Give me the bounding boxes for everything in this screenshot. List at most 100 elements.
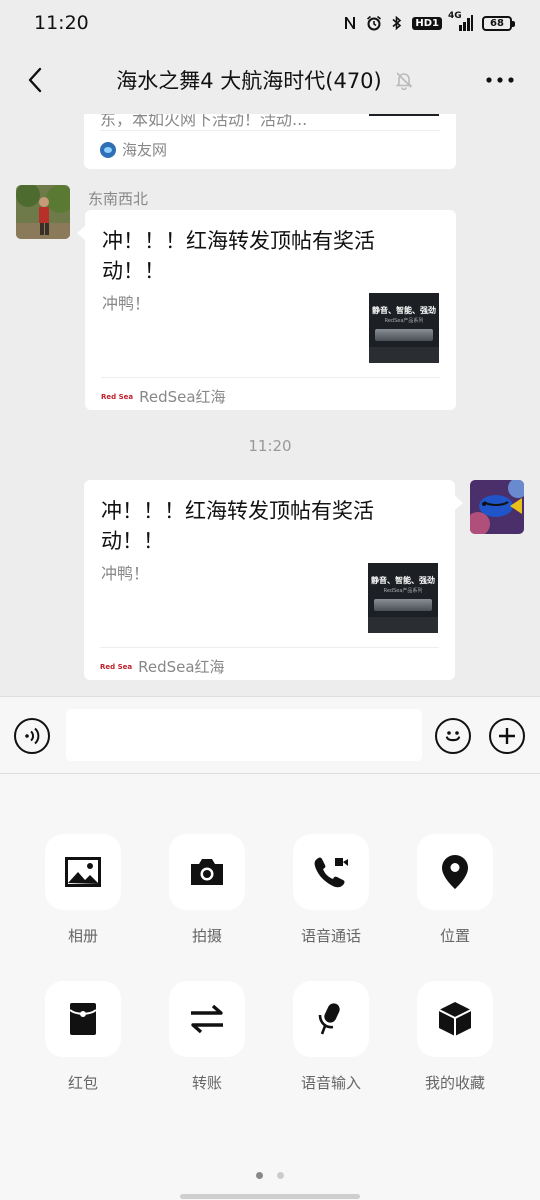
card-thumbnail: 静音、智能、强劲 RedSea产品系列 (369, 293, 439, 363)
tool-voice-call-box[interactable] (293, 834, 369, 910)
tool-label: 位置 (439, 927, 470, 945)
source-name: 海友网 (122, 141, 168, 159)
more-icon[interactable] (480, 60, 520, 100)
tool-album[interactable]: 相册 (45, 834, 121, 946)
network-type: 4G (448, 11, 462, 21)
source-name: RedSea红海 (139, 388, 226, 406)
partial-link-card[interactable]: 东，本如火网下活动！活动... 海友网 (84, 114, 456, 169)
more-functions-button[interactable] (489, 718, 525, 754)
card-divider (100, 647, 439, 648)
signal-icon: 4G (448, 11, 473, 31)
microphone-icon (318, 1003, 340, 1035)
source-name: RedSea红海 (138, 658, 225, 676)
card-divider (100, 130, 440, 131)
redsea-logo: Red Sea (101, 392, 134, 401)
tool-album-box[interactable] (45, 834, 121, 910)
battery-level: 68 (490, 17, 504, 29)
haiyou-logo-icon (100, 141, 116, 158)
card-description: 冲鸭！ (101, 564, 150, 583)
mute-bell-icon (394, 70, 414, 90)
thumb-base (368, 617, 438, 633)
location-icon (442, 855, 468, 889)
voice-wave-icon (25, 727, 40, 745)
tool-voice-input-box[interactable] (293, 981, 369, 1057)
sender-name: 东南西北 (88, 190, 149, 208)
alarm-icon (366, 15, 382, 31)
tool-label: 拍摄 (191, 927, 222, 945)
red-packet-icon (69, 1003, 97, 1035)
card-title: 冲！！！红海转发顶帖有奖活动！！ (101, 499, 374, 553)
bluetooth-icon (391, 15, 403, 31)
card-description: 冲鸭！ (102, 294, 151, 313)
thumb-text: 静音、智能、强劲 (371, 576, 435, 585)
nav-bar: 海水之舞4 大航海时代(470) (0, 46, 540, 114)
tool-location[interactable]: 位置 (417, 834, 493, 946)
tool-camera[interactable]: 拍摄 (169, 834, 245, 946)
smiley-icon (445, 731, 461, 742)
partial-card-text: 东，本如火网下活动！活动... (100, 114, 308, 129)
status-bar: 11:20 HD1 4G 68 (0, 0, 540, 46)
bubble-tail (455, 496, 463, 510)
card-divider (101, 377, 440, 378)
partial-card-thumb (369, 114, 439, 116)
card-thumbnail: 静音、智能、强劲 RedSea产品系列 (368, 563, 438, 633)
status-icons: HD1 4G 68 (343, 11, 515, 31)
chat-area[interactable]: 东，本如火网下活动！活动... 海友网 东南西北 冲！！！红海转发顶帖有奖活动！… (0, 114, 540, 696)
favorites-icon (438, 1002, 472, 1036)
tool-transfer[interactable]: 转账 (169, 981, 245, 1093)
tool-voice-call[interactable]: 语音通话 (293, 834, 369, 946)
camera-icon (191, 859, 223, 885)
thumb-device (375, 329, 433, 341)
photo-icon (65, 857, 101, 887)
page-indicator (0, 1172, 540, 1179)
function-panel: 相册 拍摄 语音通话 位置 红包 转账 语音输入 我的收藏 (0, 774, 540, 1200)
outgoing-link-card[interactable]: 冲！！！红海转发顶帖有奖活动！！ 冲鸭！ 静音、智能、强劲 RedSea产品系列… (84, 480, 455, 680)
chat-title: 海水之舞4 大航海时代(470) (116, 69, 382, 93)
battery-icon: 68 (482, 15, 515, 31)
transfer-icon (191, 1004, 223, 1034)
tool-favorites-box[interactable] (417, 981, 493, 1057)
tool-label: 语音通话 (300, 927, 361, 945)
thumb-text: 静音、智能、强劲 (372, 306, 436, 315)
voice-mode-button[interactable] (14, 718, 50, 754)
voice-call-icon (314, 857, 348, 888)
thumb-base (369, 347, 439, 363)
message-input[interactable] (66, 709, 422, 761)
nfc-icon (343, 15, 357, 31)
card-title: 冲！！！红海转发顶帖有奖活动！！ (102, 229, 375, 283)
page-dot-2[interactable] (277, 1172, 284, 1179)
tool-favorites[interactable]: 我的收藏 (417, 981, 493, 1093)
page-dot-1[interactable] (256, 1172, 263, 1179)
tool-label: 我的收藏 (424, 1074, 485, 1092)
card-source: Red Sea RedSea红海 (100, 656, 225, 677)
input-bar (0, 696, 540, 774)
tool-transfer-box[interactable] (169, 981, 245, 1057)
tool-camera-box[interactable] (169, 834, 245, 910)
status-time: 11:20 (34, 12, 89, 34)
nav-title-wrap: 海水之舞4 大航海时代(470) (116, 65, 414, 95)
tool-red-packet-box[interactable] (45, 981, 121, 1057)
hd-badge: HD1 (412, 16, 442, 30)
tool-red-packet[interactable]: 红包 (45, 981, 121, 1093)
card-source: Red Sea RedSea红海 (101, 386, 226, 407)
emoji-button[interactable] (435, 718, 471, 754)
redsea-logo: Red Sea (100, 662, 133, 671)
back-icon[interactable] (20, 60, 50, 100)
tool-voice-input[interactable]: 语音输入 (293, 981, 369, 1093)
plus-icon (499, 728, 515, 744)
bubble-tail (77, 226, 85, 240)
tool-label: 转账 (191, 1074, 222, 1092)
my-avatar[interactable] (470, 480, 524, 534)
thumb-subtext: RedSea产品系列 (384, 318, 424, 324)
tool-label: 语音输入 (300, 1074, 361, 1092)
card-source: 海友网 (100, 139, 167, 160)
sender-avatar[interactable] (16, 185, 70, 239)
thumb-device (374, 599, 432, 611)
thumb-subtext: RedSea产品系列 (383, 588, 423, 594)
tool-label: 红包 (67, 1074, 98, 1092)
message-timestamp: 11:20 (248, 437, 292, 455)
tool-location-box[interactable] (417, 834, 493, 910)
home-indicator[interactable] (180, 1194, 360, 1199)
incoming-link-card[interactable]: 冲！！！红海转发顶帖有奖活动！！ 冲鸭！ 静音、智能、强劲 RedSea产品系列… (85, 210, 456, 410)
tool-label: 相册 (67, 927, 98, 945)
